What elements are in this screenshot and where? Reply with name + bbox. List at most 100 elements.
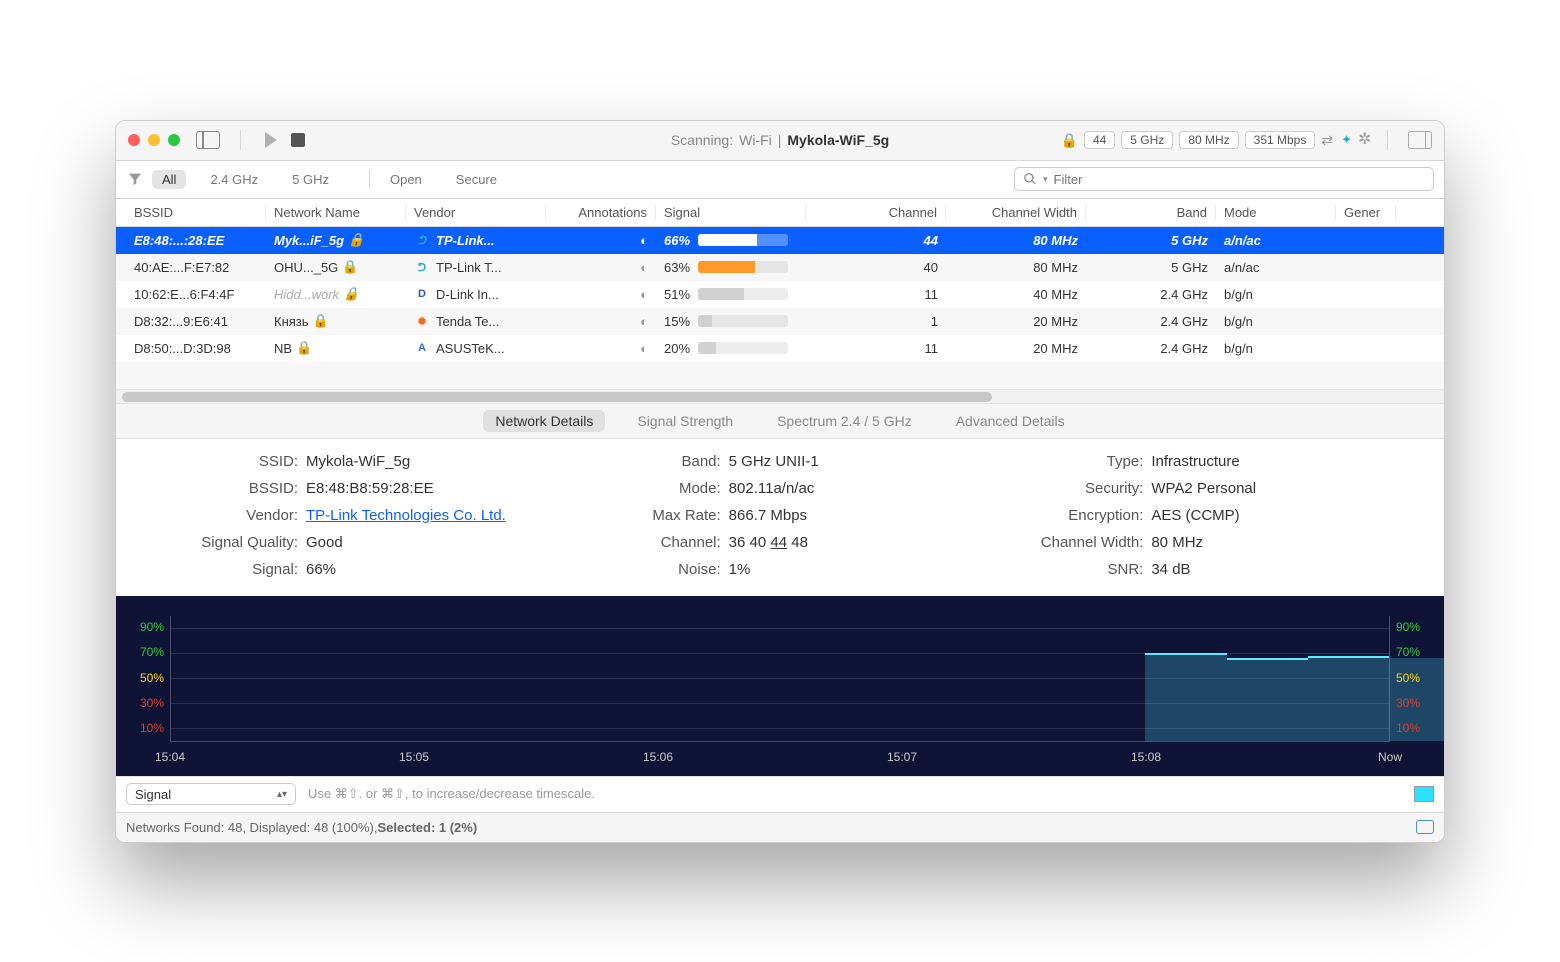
- close-icon[interactable]: [128, 134, 140, 146]
- detail-row: BSSID:E8:48:B8:59:28:EE: [146, 480, 569, 497]
- chevron-updown-icon: ▴▾: [277, 789, 287, 800]
- y-tick-label: 30%: [1396, 696, 1428, 710]
- detail-row: Encryption:AES (CCMP): [991, 507, 1414, 524]
- gauge-icon: ◐: [640, 314, 648, 329]
- table-row[interactable]: D8:32:...9:E6:41 Князь 🔒 ✹Tenda Te... ◐ …: [116, 308, 1444, 335]
- network-table: BSSID Network Name Vendor Annotations Si…: [116, 199, 1444, 403]
- detail-value: 36 40 44 48: [729, 534, 808, 551]
- seg-24[interactable]: 2.4 GHz: [200, 170, 268, 189]
- x-tick-label: Now: [1378, 750, 1402, 764]
- minimize-icon[interactable]: [148, 134, 160, 146]
- vendor-link[interactable]: TP-Link Technologies Co. Ltd.: [306, 507, 506, 524]
- series-color-swatch[interactable]: [1414, 786, 1434, 802]
- search-icon: [1023, 172, 1037, 186]
- chart-plot-area: [170, 616, 1390, 742]
- col-name[interactable]: Network Name: [266, 205, 406, 220]
- detail-label: Band:: [569, 453, 729, 470]
- sidebar-toggle-icon[interactable]: [196, 131, 220, 149]
- col-vendor[interactable]: Vendor: [406, 205, 546, 220]
- extra-icons: ⇄ ✦: [1321, 132, 1352, 149]
- filter-search[interactable]: ▾: [1014, 167, 1434, 191]
- filter-divider: [369, 170, 370, 188]
- y-tick-label: 10%: [132, 721, 164, 735]
- title-separator: |: [778, 132, 782, 148]
- col-width[interactable]: Channel Width: [946, 205, 1086, 220]
- rate-badge: 351 Mbps: [1245, 131, 1316, 149]
- timescale-hint: Use ⌘⇧. or ⌘⇧, to increase/decrease time…: [308, 786, 595, 802]
- chevron-down-icon: ▾: [1043, 174, 1048, 185]
- separator: [1387, 130, 1388, 150]
- detail-row: Band:5 GHz UNII-1: [569, 453, 992, 470]
- vendor-mini-icon: ✦: [1341, 132, 1352, 148]
- tab-network-details[interactable]: Network Details: [483, 410, 605, 432]
- seg-5[interactable]: 5 GHz: [282, 170, 339, 189]
- panel-toggle-icon[interactable]: [1408, 131, 1432, 149]
- status-selected: Selected: 1 (2%): [377, 820, 477, 835]
- col-generation[interactable]: Gener: [1336, 205, 1396, 220]
- col-band[interactable]: Band: [1086, 205, 1216, 220]
- detail-value: 1%: [729, 561, 751, 578]
- detail-value: 34 dB: [1151, 561, 1190, 578]
- table-row[interactable]: 10:62:E...6:F4:4F Hidd...work 🔒 DD-Link …: [116, 281, 1444, 308]
- col-signal[interactable]: Signal: [656, 205, 806, 220]
- status-text: Networks Found: 48, Displayed: 48 (100%)…: [126, 820, 377, 835]
- security-filter-segments: Open Secure: [380, 170, 507, 189]
- col-bssid[interactable]: BSSID: [126, 205, 266, 220]
- metric-select[interactable]: Signal ▴▾: [126, 783, 296, 805]
- detail-tabs: Network Details Signal Strength Spectrum…: [116, 403, 1444, 439]
- stop-button[interactable]: [291, 133, 305, 147]
- app-window: Scanning: Wi-Fi | Mykola-WiF_5g 🔒 44 5 G…: [115, 120, 1445, 843]
- detail-value: 866.7 Mbps: [729, 507, 807, 524]
- lock-icon: 🔒: [343, 286, 359, 302]
- tab-signal-strength[interactable]: Signal Strength: [625, 410, 745, 432]
- detail-row: Signal Quality:Good: [146, 534, 569, 551]
- table-row[interactable]: [116, 362, 1444, 389]
- window-controls: [128, 134, 180, 146]
- detail-row: Vendor:TP-Link Technologies Co. Ltd.: [146, 507, 569, 524]
- signal-chart: 90%90%70%70%50%50%30%30%10%10%15:0415:05…: [116, 596, 1444, 776]
- seg-secure[interactable]: Secure: [446, 170, 507, 189]
- lock-icon: 🔒: [296, 340, 312, 356]
- table-row[interactable]: D8:50:...D:3D:98 NB 🔒 AASUSTeK... ◐ 20% …: [116, 335, 1444, 362]
- scanning-label: Scanning:: [671, 132, 733, 148]
- col-channel[interactable]: Channel: [806, 205, 946, 220]
- col-mode[interactable]: Mode: [1216, 205, 1336, 220]
- zoom-icon[interactable]: [168, 134, 180, 146]
- col-annotations[interactable]: Annotations: [546, 205, 656, 220]
- tab-spectrum[interactable]: Spectrum 2.4 / 5 GHz: [765, 410, 924, 432]
- tab-advanced[interactable]: Advanced Details: [944, 410, 1077, 432]
- detail-value: 802.11a/n/ac: [729, 480, 815, 497]
- detail-label: Mode:: [569, 480, 729, 497]
- detail-label: Security:: [991, 480, 1151, 497]
- seg-open[interactable]: Open: [380, 170, 432, 189]
- x-tick-label: 15:05: [399, 750, 429, 764]
- detail-row: Type:Infrastructure: [991, 453, 1414, 470]
- table-body: E8:48:...:28:EE Myk...iF_5g 🔒 ᕤTP-Link..…: [116, 227, 1444, 389]
- detail-label: Encryption:: [991, 507, 1151, 524]
- gauge-icon: ◐: [640, 260, 648, 275]
- inspector-icon[interactable]: [1416, 820, 1434, 834]
- detail-label: Channel:: [569, 534, 729, 551]
- y-tick-label: 70%: [132, 645, 164, 659]
- detail-value: AES (CCMP): [1151, 507, 1239, 524]
- detail-row: Channel Width:80 MHz: [991, 534, 1414, 551]
- table-row[interactable]: 40:AE:...F:E7:82 OHU..._5G 🔒 ᕤTP-Link T.…: [116, 254, 1444, 281]
- band-filter-segments: All 2.4 GHz 5 GHz: [152, 170, 339, 189]
- gauge-icon: ◐: [640, 233, 648, 248]
- filter-input[interactable]: [1054, 172, 1425, 187]
- y-tick-label: 10%: [1396, 721, 1428, 735]
- current-network-name: Mykola-WiF_5g: [787, 132, 889, 148]
- horizontal-scrollbar[interactable]: [116, 389, 1444, 403]
- y-tick-label: 50%: [1396, 671, 1428, 685]
- play-button[interactable]: [265, 132, 277, 148]
- detail-value: E8:48:B8:59:28:EE: [306, 480, 434, 497]
- detail-row: SNR:34 dB: [991, 561, 1414, 578]
- gauge-icon: ◐: [640, 341, 648, 356]
- filter-icon[interactable]: [126, 171, 144, 187]
- table-row[interactable]: E8:48:...:28:EE Myk...iF_5g 🔒 ᕤTP-Link..…: [116, 227, 1444, 254]
- detail-row: Max Rate:866.7 Mbps: [569, 507, 992, 524]
- y-tick-label: 90%: [132, 620, 164, 634]
- seg-all[interactable]: All: [152, 170, 186, 189]
- detail-label: Type:: [991, 453, 1151, 470]
- lock-icon: 🔒: [313, 313, 329, 329]
